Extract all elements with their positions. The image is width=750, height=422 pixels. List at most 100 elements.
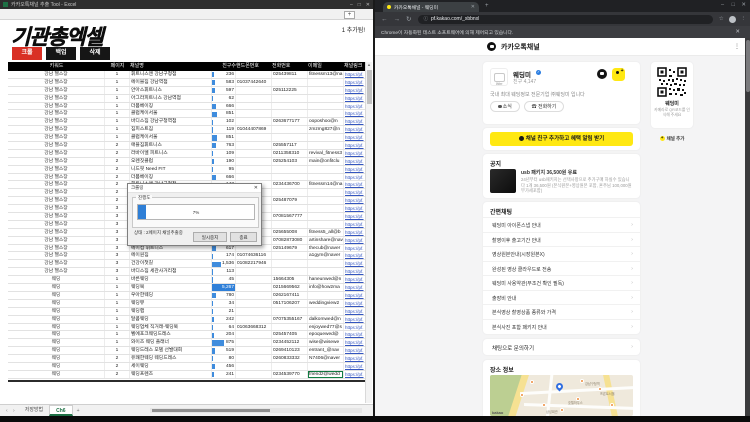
quick-chat-item[interactable]: 웨딩미 사용약관(무조건 확인 필독)› [483,275,640,290]
table-row[interactable]: 강남 헬스장1클럽케이서울851https://pf. [8,134,368,142]
table-row[interactable]: 웨딩1달콤웨딩24207075355167dalkomwed@nhttps://… [8,316,368,324]
url-bar[interactable]: ⓘ pf.kakao.com/_xbbnxl [418,15,712,24]
sheet-tab-1[interactable]: 저장방법 [19,405,49,416]
chat-button[interactable] [597,69,607,79]
table-row[interactable]: 웨딩2세이웨딩456https://pf. [8,363,368,371]
channel-link[interactable]: https://pf. [345,119,364,124]
table-row[interactable]: 강남 헬스장1더몸베이징666https://pf. [8,103,368,111]
channel-link[interactable]: https://pf. [345,175,364,180]
table-row[interactable]: 웨딩1웨딩북5,2670215669562info@how2mahttps://… [8,284,368,292]
quick-chat-item[interactable]: 웨딩미 아이폰스냅 안내› [483,217,640,232]
table-row[interactable]: 웨딩1와이즈 웨딩 플래너8750234452112wise@wisewehtt… [8,339,368,347]
close-button[interactable]: ✕ [366,2,370,8]
channel-link[interactable]: https://pf. [345,151,364,156]
tab-close-icon[interactable]: ✕ [471,4,475,10]
inquiry-card[interactable]: 채팅으로 문의하기 › [483,339,640,355]
site-info-icon[interactable]: ⓘ [423,16,428,22]
quick-chat-item[interactable]: 영상원본안내(시장원본X)› [483,246,640,261]
table-row[interactable]: 웨딩1웨딩뷰340517106207weddingview2https://pf… [8,300,368,308]
channel-link[interactable]: https://pf. [345,325,364,330]
table-row[interactable]: 웨딩1웨딩업체 직거래-웨딩북6401063668312enjoywed77@s… [8,324,368,332]
add-channel-button[interactable]: 채널 추가 [651,133,693,144]
back-icon[interactable]: ← [381,16,388,23]
channel-link[interactable]: https://pf. [345,261,364,266]
channel-link[interactable]: https://pf. [345,332,364,337]
channel-link[interactable]: https://pf. [345,198,364,203]
browser-minimize-button[interactable]: – [721,2,724,8]
channel-link[interactable]: https://pf. [345,364,364,369]
channel-link[interactable]: https://pf. [345,143,364,148]
table-row[interactable]: 웨딩1벨에포크웨딩드레스204025457405epoquewed@https:… [8,331,368,339]
channel-link[interactable]: https://pf. [345,301,364,306]
table-row[interactable]: 웨딩2웨딩프렌즈2410234539770friendz@weddhttps:/… [8,371,368,379]
channel-link[interactable]: https://pf. [345,317,364,322]
table-row[interactable]: 웨딩1웨딩랩21https://pf. [8,308,368,316]
channel-link[interactable]: https://pf. [345,111,364,116]
page-scrollbar-thumb[interactable] [746,40,750,92]
quick-chat-item[interactable]: 본식사진 포함 패키지 안내› [483,319,640,334]
backup-button[interactable]: 백업 [46,47,76,60]
table-row[interactable]: 강남 헬스장2오렌짓클럽190025254103main@onfitcluhtt… [8,158,368,166]
channel-link[interactable]: https://pf. [345,356,364,361]
table-row[interactable]: 강남 헬스장1짐피스트짐11901044407869zmzmg827@nhttp… [8,126,368,134]
bookmark-star-icon[interactable]: ☆ [719,16,724,22]
channel-link[interactable]: https://pf. [345,293,364,298]
table-row[interactable]: 강남 헬스장1바디스짐 강남구청역점1020263677177ooposhoo@… [8,118,368,126]
channel-link[interactable]: https://pf. [345,238,364,243]
channel-link[interactable]: https://pf. [345,222,364,227]
quick-chat-item[interactable]: 본식영상 촬영상품 종류와 가격› [483,304,640,319]
channel-link[interactable]: https://pf. [345,214,364,219]
add-sheet-button[interactable]: + [77,408,80,414]
table-row[interactable]: 웨딩1바른웨딩4515664305haneunwed@nhttps://pf. [8,276,368,284]
stop-button[interactable]: 종료 [230,232,257,242]
dialog-close-icon[interactable]: ✕ [254,185,258,191]
channel-link[interactable]: https://pf. [345,104,364,109]
table-row[interactable]: 웨딩2유쾌한웨딩 웨딩드레스800260833332N7406@naverhtt… [8,355,368,363]
channel-link[interactable]: https://pf. [345,348,364,353]
news-button[interactable]: 소식 [490,101,520,112]
table-row[interactable]: 강남 헬스장1아그라피트니스 강남역점62https://pf. [8,95,368,103]
channel-link[interactable]: https://pf. [345,253,364,258]
add-channel-banner-button[interactable]: 채널 친구 추가하고 혜택 알림 받기 [490,132,633,146]
delete-button[interactable]: 삭제 [80,47,110,60]
channel-link[interactable]: https://pf. [345,372,364,377]
channel-link[interactable]: https://pf. [345,72,364,77]
new-tab-button[interactable]: + [485,3,489,9]
channel-link[interactable]: https://pf. [345,309,364,314]
table-row[interactable]: 강남 헬스장1에이블짐 강남역점58301037442640https://pf… [8,79,368,87]
channel-link[interactable]: https://pf. [345,167,364,172]
hscrollbar-thumb[interactable] [152,409,270,412]
browser-menu-icon[interactable]: ⋮ [741,16,747,22]
channel-link[interactable]: https://pf. [345,135,364,140]
scrollbar-thumb[interactable] [367,70,372,104]
channel-link[interactable]: https://pf. [345,96,364,101]
channel-link[interactable]: https://pf. [345,269,364,274]
quick-chat-item[interactable]: 완성된 영상 클라우드로 전송› [483,261,640,276]
vertical-scrollbar[interactable]: ▲ [365,62,372,403]
maximize-button[interactable]: □ [358,2,361,8]
minimize-button[interactable]: – [350,2,353,8]
horizontal-scrollbar[interactable] [150,408,362,413]
table-row[interactable]: 강남 헬스장2니드핏 Need FIT95https://pf. [8,166,368,174]
channel-link[interactable]: https://pf. [345,285,364,290]
channel-link[interactable]: https://pf. [345,277,364,282]
table-row[interactable]: 웨딩1우아한웨딩7800262167411https://pf. [8,292,368,300]
browser-tab[interactable]: 카카오톡채널 - 웨딩미 ✕ [383,2,479,12]
channel-link[interactable]: https://pf. [345,159,364,164]
call-button[interactable]: ☎ 전화하기 [524,101,564,112]
quick-chat-item[interactable]: 출장비 안내› [483,290,640,305]
channel-link[interactable]: https://pf. [345,206,364,211]
table-row[interactable]: 강남 헬스장1휘트니스앤 강남구청점236025439811fitnessm13… [8,71,368,79]
profile-avatar[interactable] [729,16,736,23]
page-scrollbar[interactable] [745,38,750,416]
pause-button[interactable]: 일시중지 [193,232,227,242]
crawl-button[interactable]: 크롤 [12,47,42,60]
reload-icon[interactable]: ↻ [406,15,411,23]
table-row[interactable]: 강남 헬스장3건강이첫길1,53601082217946https://pf. [8,260,368,268]
map[interactable]: 강남구청역 삼성회관 프론트서울 호텔하우스 kakao [490,375,633,416]
add-friend-button[interactable] [612,68,625,81]
scroll-up-arrow[interactable]: ▲ [366,62,372,67]
notice-item-title[interactable]: usb 패키지 36,500원 유료 [521,169,633,176]
sheet-tab-2-active[interactable]: Ch6 [49,405,72,416]
table-row[interactable]: 강남 헬스장2애플짐휘트니스763025557117https://pf. [8,142,368,150]
